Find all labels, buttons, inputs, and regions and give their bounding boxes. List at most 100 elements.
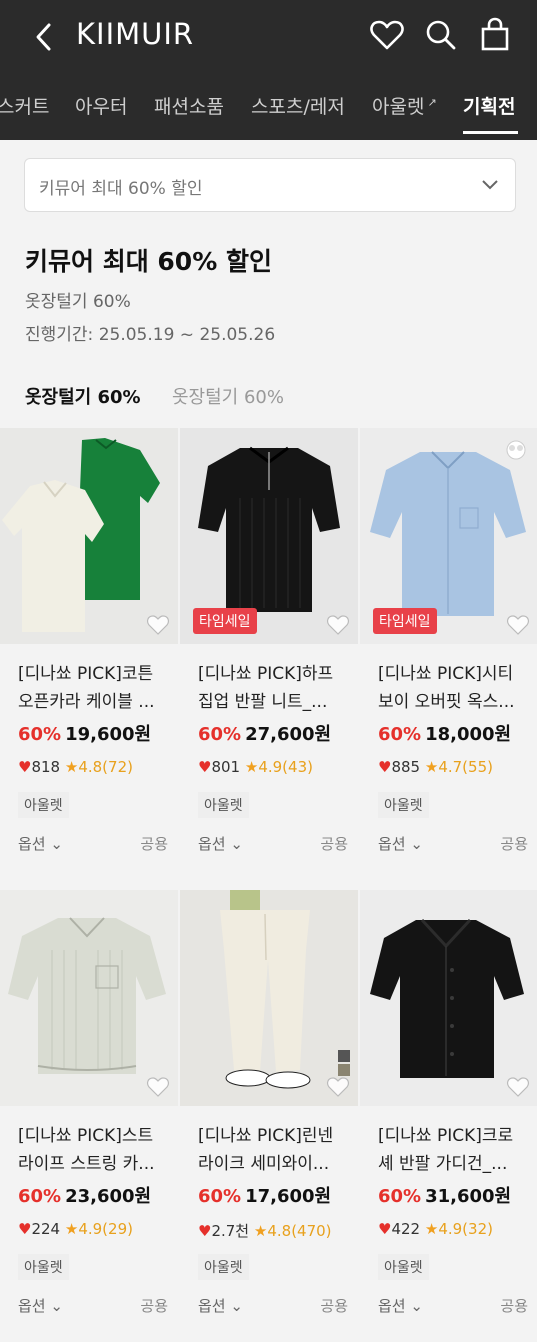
option-dropdown[interactable]: 옵션 ⌄: [18, 833, 63, 854]
product-meta: ♥801 ★4.9(43): [198, 758, 313, 776]
discount-rate: 60%: [378, 1186, 422, 1207]
option-label: 옵션: [18, 835, 46, 853]
option-dropdown[interactable]: 옵션 ⌄: [378, 1295, 423, 1316]
gender-label: 공용: [500, 1297, 528, 1315]
product-image[interactable]: [0, 428, 178, 644]
chip-selected[interactable]: 옷장털기 60%: [25, 383, 141, 409]
discount-rate: 60%: [198, 724, 242, 745]
product-name[interactable]: [디나쑈 PICK]코튼 오픈카라 케이블 ...: [18, 660, 170, 716]
product-name-line2: 집업 반팔 니트_...: [198, 692, 328, 712]
external-link-icon: ↗: [427, 95, 437, 109]
tab-outlet[interactable]: 아울렛 ↗: [372, 92, 437, 119]
rating: 4.8(72): [78, 758, 133, 776]
gender-label: 공용: [320, 835, 348, 853]
like-count: 2.7천: [211, 1222, 250, 1240]
outlet-tag: 아울렛: [378, 792, 429, 818]
chevron-down-icon: ⌄: [230, 1297, 243, 1315]
top-bar: KIIMUIR 스커트 아우터 패션소품 스포츠/레저 아울렛 ↗ 기획전: [0, 0, 537, 140]
event-title: 키뮤어 최대 60% 할인: [25, 247, 272, 276]
shopping-bag-icon[interactable]: [476, 16, 514, 54]
wishlist-heart-icon[interactable]: [326, 614, 350, 636]
product-name-line2: 라이프 스트링 카...: [18, 1154, 155, 1174]
star-icon: ★: [244, 758, 259, 776]
like-heart-icon: ♥: [18, 758, 32, 776]
product-price: 60% 18,000원: [378, 720, 511, 746]
cable-knit-polo-illustration: [2, 438, 160, 632]
product-price: 60% 23,600원: [18, 1182, 151, 1208]
discount-rate: 60%: [18, 1186, 62, 1207]
chevron-down-icon: [482, 180, 498, 190]
tab-outer[interactable]: 아우터: [75, 92, 127, 119]
rating: 4.7(55): [438, 758, 493, 776]
like-heart-icon: ♥: [18, 1220, 32, 1238]
like-heart-icon: ♥: [198, 1222, 212, 1240]
product-price: 60% 31,600원: [378, 1182, 511, 1208]
wishlist-heart-icon[interactable]: [146, 614, 170, 636]
sale-price: 31,600원: [425, 1186, 512, 1207]
product-image[interactable]: [0, 890, 178, 1106]
brand-logo[interactable]: KIIMUIR: [76, 17, 194, 51]
heart-icon[interactable]: [368, 16, 406, 54]
like-count: 422: [391, 1220, 421, 1238]
product-image[interactable]: 타임세일: [360, 428, 537, 644]
product-meta: ♥422 ★4.9(32): [378, 1220, 493, 1238]
chevron-down-icon: ⌄: [230, 835, 243, 853]
product-card: [디나쑈 PICK]린넨 라이크 세미와이... 60% 17,600원 ♥2.7천…: [180, 890, 358, 1336]
time-sale-badge: 타임세일: [193, 608, 257, 634]
tab-sports-leisure[interactable]: 스포츠/레저: [251, 92, 345, 119]
crochet-cardigan-illustration: [370, 918, 524, 1078]
wishlist-heart-icon[interactable]: [506, 614, 530, 636]
event-subtitle: 옷장털기 60%: [25, 292, 131, 312]
like-count: 801: [211, 758, 241, 776]
wishlist-heart-icon[interactable]: [506, 1076, 530, 1098]
option-label: 옵션: [378, 1297, 406, 1315]
product-name[interactable]: [디나쑈 PICK]린넨 라이크 세미와이...: [198, 1122, 350, 1178]
product-name[interactable]: [디나쑈 PICK]시티 보이 오버핏 옥스...: [378, 660, 530, 716]
outlet-tag: 아울렛: [198, 1254, 249, 1280]
event-period: 진행기간: 25.05.19 ~ 25.05.26: [25, 325, 276, 345]
tab-fashion-accessories[interactable]: 패션소품: [154, 92, 224, 119]
product-price: 60% 27,600원: [198, 720, 331, 746]
sale-price: 18,000원: [425, 724, 512, 745]
rating: 4.8(470): [267, 1222, 332, 1240]
tab-skirt[interactable]: 스커트: [0, 92, 49, 119]
rating: 4.9(32): [438, 1220, 493, 1238]
outlet-tag: 아울렛: [18, 792, 69, 818]
product-name[interactable]: [디나쑈 PICK]스트 라이프 스트링 카...: [18, 1122, 170, 1178]
option-dropdown[interactable]: 옵션 ⌄: [378, 833, 423, 854]
promo-select[interactable]: 키뮤어 최대 60% 할인: [24, 158, 516, 212]
star-icon: ★: [64, 758, 79, 776]
product-image[interactable]: [180, 890, 358, 1106]
back-arrow-icon[interactable]: [30, 20, 60, 54]
sale-price: 19,600원: [65, 724, 152, 745]
product-meta: ♥224 ★4.9(29): [18, 1220, 133, 1238]
star-icon: ★: [253, 1222, 268, 1240]
option-dropdown[interactable]: 옵션 ⌄: [18, 1295, 63, 1316]
product-name[interactable]: [디나쑈 PICK]크로 셰 반팔 가디건_...: [378, 1122, 530, 1178]
cotton-badge-icon: [506, 440, 526, 460]
option-label: 옵션: [18, 1297, 46, 1315]
chip-unselected[interactable]: 옷장털기 60%: [172, 383, 284, 409]
wishlist-heart-icon[interactable]: [326, 1076, 350, 1098]
search-icon[interactable]: [422, 16, 460, 54]
product-name-line1: [디나쑈 PICK]린넨: [198, 1126, 334, 1146]
option-dropdown[interactable]: 옵션 ⌄: [198, 833, 243, 854]
product-price: 60% 17,600원: [198, 1182, 331, 1208]
product-image[interactable]: 타임세일: [180, 428, 358, 644]
product-name[interactable]: [디나쑈 PICK]하프 집업 반팔 니트_...: [198, 660, 350, 716]
outlet-tag: 아울렛: [378, 1254, 429, 1280]
tab-special[interactable]: 기획전: [463, 92, 515, 119]
like-heart-icon: ♥: [198, 758, 212, 776]
product-card: 타임세일 [디나쑈 PICK]하프 집업 반팔 니트_... 60% 27,600원…: [180, 428, 358, 874]
wishlist-heart-icon[interactable]: [146, 1076, 170, 1098]
chevron-down-icon: ⌄: [410, 1297, 423, 1315]
discount-rate: 60%: [378, 724, 422, 745]
gender-label: 공용: [140, 1297, 168, 1315]
option-label: 옵션: [378, 835, 406, 853]
gender-label: 공용: [500, 835, 528, 853]
option-label: 옵션: [198, 1297, 226, 1315]
product-card: [디나쑈 PICK]코튼 오픈카라 케이블 ... 60% 19,600원 ♥818…: [0, 428, 178, 874]
product-image[interactable]: [360, 890, 537, 1106]
option-dropdown[interactable]: 옵션 ⌄: [198, 1295, 243, 1316]
category-tabs: 스커트 아우터 패션소품 스포츠/레저 아울렛 ↗ 기획전: [0, 86, 537, 136]
